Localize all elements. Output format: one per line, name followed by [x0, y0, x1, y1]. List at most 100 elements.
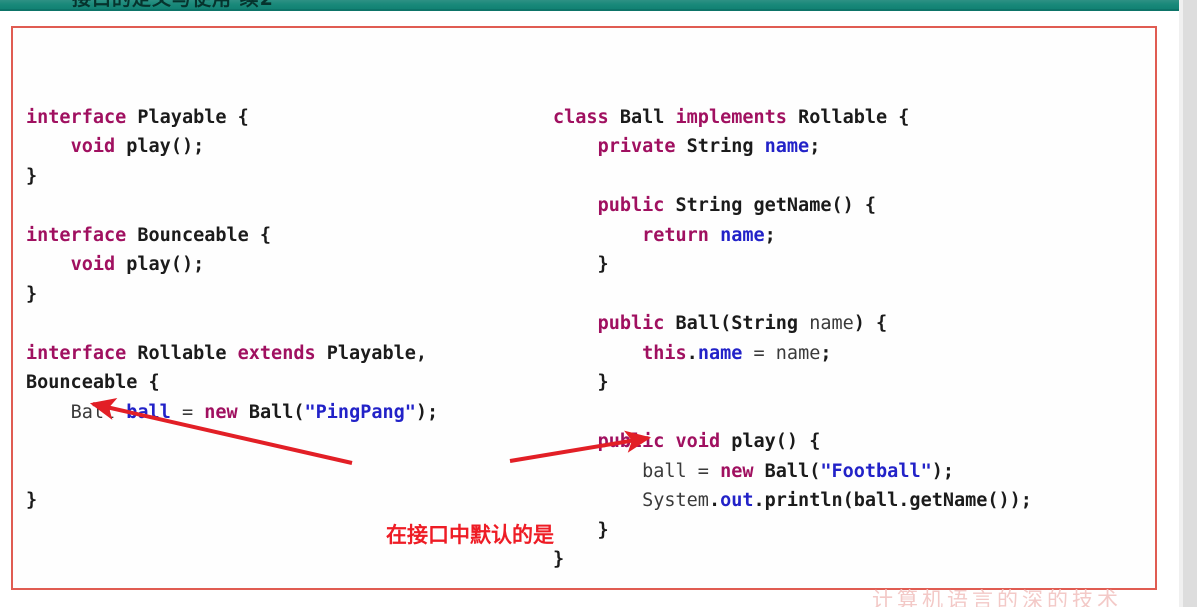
code-token: void	[70, 254, 127, 275]
code-token: .	[708, 490, 721, 511]
code-token: class	[553, 106, 620, 128]
code-token: ;	[764, 224, 776, 246]
code-token: );	[415, 401, 439, 423]
code-token: interface	[26, 106, 138, 128]
code-line: ball = new Ball("Football");	[553, 461, 954, 482]
code-line: }	[26, 166, 37, 187]
code-token: Ball(	[248, 401, 305, 423]
slide-page: 接口的定义与使用 续2 interface Playable { void pl…	[0, 0, 1197, 607]
code-token: String	[675, 195, 754, 216]
code-token: .	[686, 342, 698, 364]
code-line: class Ball implements Rollable {	[553, 107, 909, 128]
code-line: }	[26, 490, 37, 511]
code-token: this	[642, 342, 687, 364]
code-token: extends	[237, 342, 327, 364]
code-token: name	[809, 313, 854, 334]
slide-title-bar: 接口的定义与使用 续2	[0, 0, 1179, 11]
code-line: }	[553, 372, 609, 393]
code-token: void	[675, 431, 732, 452]
code-token: Ball(String	[675, 313, 810, 334]
code-token: String	[686, 136, 765, 157]
code-token: );	[931, 460, 955, 482]
code-token: Ball(	[764, 460, 821, 482]
code-token: name	[720, 224, 765, 246]
code-line: public Ball(String name) {	[553, 313, 888, 334]
code-token: =	[742, 342, 776, 364]
code-line: void play();	[26, 254, 205, 275]
code-token: }	[26, 283, 38, 305]
code-token: public	[597, 195, 676, 216]
code-token: Playable	[137, 106, 227, 128]
code-token: "Football"	[820, 460, 932, 482]
code-token: ball	[126, 401, 171, 423]
code-token: ball	[642, 460, 687, 482]
code-token: public	[597, 431, 676, 452]
code-token: "PingPang"	[304, 401, 416, 423]
code-token: name	[697, 342, 743, 364]
code-token: new	[204, 401, 249, 423]
code-token: play();	[126, 136, 205, 157]
code-token: .println(ball.getName());	[753, 490, 1032, 511]
code-line: interface Bounceable {	[26, 225, 271, 246]
code-token: getName() {	[753, 195, 877, 216]
code-line: interface Playable {	[26, 107, 249, 128]
annotation-note: 在接口中默认的是 public static final 所以这个不能再new	[386, 455, 582, 607]
code-line: public void play() {	[553, 431, 821, 452]
code-line: System.out.println(ball.getName());	[553, 490, 1032, 511]
code-line: Bounceable {	[26, 372, 160, 393]
code-token: new	[720, 460, 765, 482]
code-token: Bounceable	[137, 224, 249, 246]
code-token: out	[720, 490, 754, 511]
annotation-line-1: 在接口中默认的是	[386, 523, 554, 547]
code-token: =	[686, 460, 721, 482]
code-line: }	[26, 284, 37, 305]
code-line: }	[553, 254, 609, 275]
code-token: Playable,	[326, 342, 427, 364]
code-token: }	[553, 372, 609, 393]
code-token: ) {	[853, 313, 888, 334]
code-token: interface	[26, 224, 138, 246]
code-line: interface Rollable extends Playable,	[26, 343, 427, 364]
code-token: name	[775, 342, 821, 364]
code-line: public String getName() {	[553, 195, 876, 216]
code-token: Ball	[70, 401, 127, 423]
code-token: }	[26, 490, 38, 511]
code-token: return	[642, 224, 721, 246]
code-token: =	[170, 401, 205, 423]
code-token: private	[597, 136, 687, 157]
code-line: Ball ball = new Ball("PingPang");	[26, 401, 439, 423]
code-token: {	[248, 224, 272, 246]
code-frame: interface Playable { void play(); } inte…	[11, 26, 1157, 590]
code-token: public	[597, 313, 676, 334]
code-token: Rollable {	[798, 106, 910, 128]
code-line: void play();	[26, 136, 205, 157]
code-token: }	[26, 165, 38, 187]
code-token: Bounceable {	[26, 372, 160, 393]
page-gutter-inner	[1179, 0, 1183, 607]
code-token: interface	[26, 342, 138, 364]
code-token: Rollable	[137, 342, 238, 364]
code-block-ball-class: class Ball implements Rollable { private…	[553, 103, 1032, 575]
code-token: }	[553, 254, 609, 275]
code-token: ;	[820, 342, 832, 364]
code-token: {	[226, 106, 249, 128]
code-token: name	[764, 136, 810, 157]
code-token: System	[642, 490, 709, 511]
code-block-interfaces: interface Playable { void play(); } inte…	[26, 103, 438, 516]
code-token: void	[70, 136, 127, 157]
code-line: this.name = name;	[553, 342, 832, 364]
title-bar-underline	[0, 9, 1179, 11]
code-token: play();	[126, 254, 205, 275]
page-gutter	[1179, 0, 1197, 607]
code-token: ;	[809, 136, 821, 157]
code-token: implements	[675, 106, 799, 128]
code-token: play() {	[731, 431, 821, 452]
